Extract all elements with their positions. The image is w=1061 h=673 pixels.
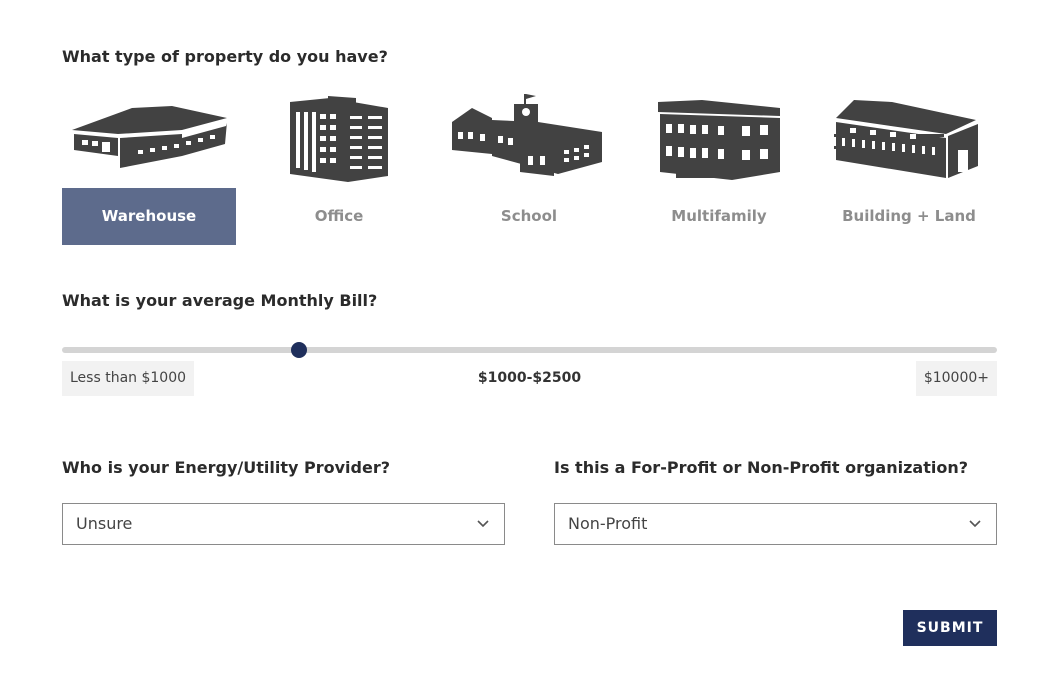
office-building-icon [290, 96, 388, 182]
organization-type-question: Is this a For-Profit or Non-Profit organ… [554, 458, 968, 477]
slider-thumb[interactable] [291, 342, 308, 358]
property-type-options: Warehouse Office School Multifamily Buil… [62, 88, 997, 245]
monthly-bill-slider[interactable] [62, 341, 997, 359]
slider-max-label: $10000+ [915, 361, 997, 396]
organization-type-select[interactable]: Non-Profit [554, 503, 997, 545]
submit-button[interactable]: SUBMIT [903, 610, 997, 646]
school-icon [452, 94, 602, 176]
monthly-bill-question: What is your average Monthly Bill? [62, 291, 378, 310]
property-question: What type of property do you have? [62, 47, 388, 66]
building-land-icon [834, 100, 978, 178]
slider-track[interactable] [62, 347, 997, 353]
property-option-school[interactable]: School [442, 88, 616, 245]
slider-current-value: $1000-$2500 [477, 370, 582, 386]
property-option-label: Multifamily [671, 207, 767, 225]
organization-type-value: Non-Profit [568, 514, 648, 533]
property-option-label: Building + Land [842, 207, 976, 225]
property-option-multifamily[interactable]: Multifamily [632, 88, 806, 245]
utility-provider-value: Unsure [76, 514, 133, 533]
warehouse-icon [72, 106, 228, 168]
property-option-building-land[interactable]: Building + Land [822, 88, 996, 245]
utility-provider-question: Who is your Energy/Utility Provider? [62, 458, 390, 477]
property-option-label: Warehouse [62, 188, 236, 245]
chevron-down-icon [477, 520, 489, 528]
property-option-office[interactable]: Office [252, 88, 426, 245]
utility-provider-select[interactable]: Unsure [62, 503, 505, 545]
property-option-label: Office [314, 207, 364, 225]
slider-min-label: Less than $1000 [62, 361, 195, 396]
property-option-warehouse[interactable]: Warehouse [62, 88, 236, 245]
chevron-down-icon [969, 520, 981, 528]
multifamily-icon [658, 100, 780, 180]
property-option-label: School [500, 207, 558, 225]
